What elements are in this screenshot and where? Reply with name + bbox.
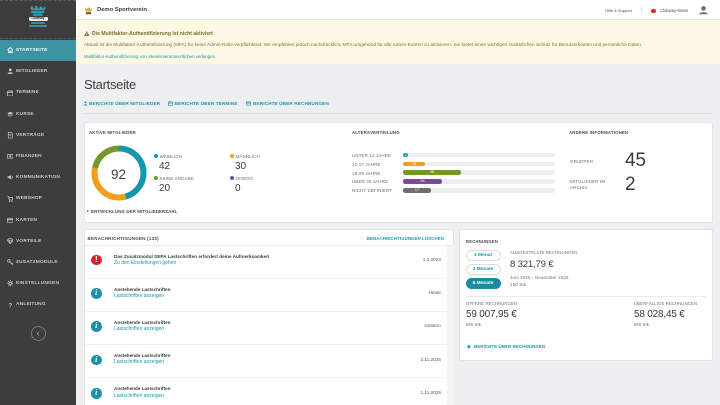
svg-text:?: ? xyxy=(8,302,12,308)
